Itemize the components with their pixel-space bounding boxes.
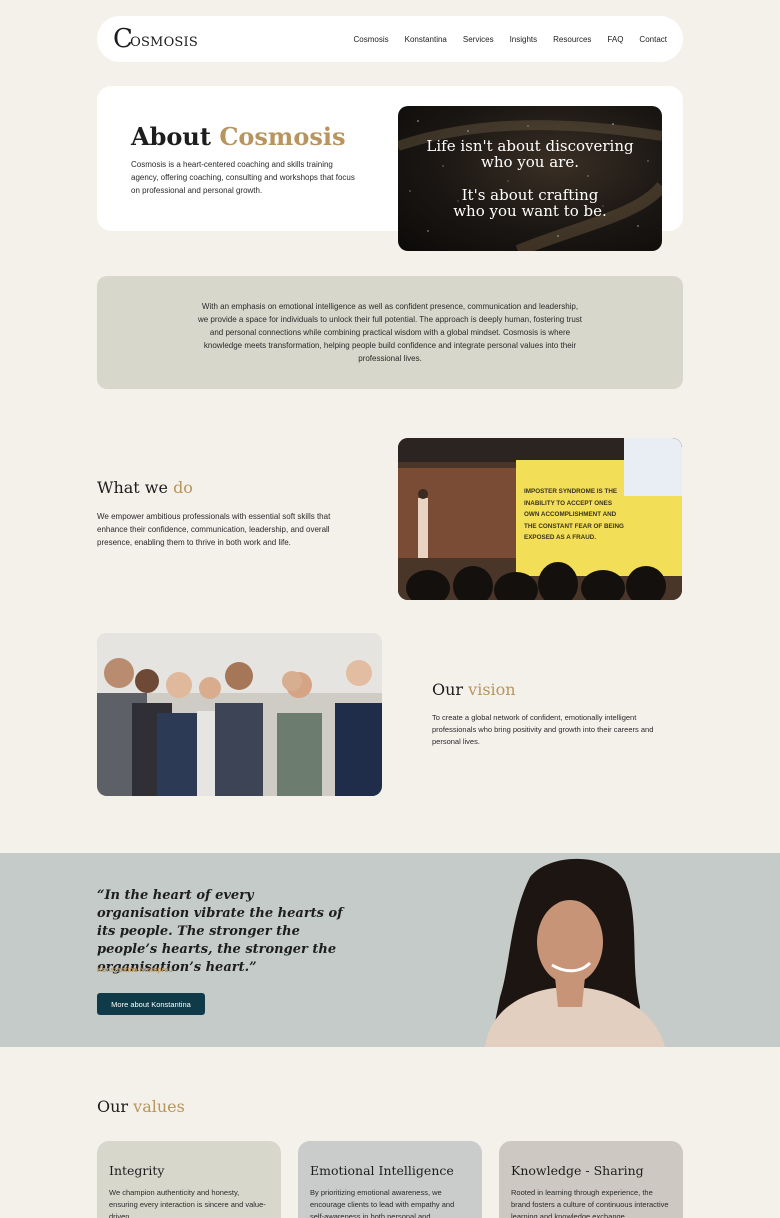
about-title: About Cosmosis (131, 122, 345, 151)
value-card-title: Emotional Intelligence (310, 1163, 454, 1178)
vision-text: To create a global network of confident,… (432, 713, 654, 746)
about-text: Cosmosis is a heart-centered coaching an… (131, 160, 355, 195)
founder-portrait (485, 858, 665, 1047)
whatwedo-title-accent: do (173, 478, 193, 497)
slide-line: THE CONSTANT FEAR OF BEING (524, 522, 624, 530)
quote-line-1: Life isn't about discovering (426, 137, 634, 155)
quote-author: Konstantina Ntomprou (97, 967, 173, 974)
value-card-knowledge-sharing: Knowledge - Sharing Rooted in learning t… (499, 1141, 683, 1218)
nav-item-contact[interactable]: Contact (639, 35, 667, 44)
nav-item-resources[interactable]: Resources (553, 35, 591, 44)
value-card-integrity: Integrity We champion authenticity and h… (97, 1141, 281, 1218)
vision-title: Our vision (432, 680, 516, 699)
whatwedo-title-part: What we (97, 478, 174, 497)
about-title-part: About (131, 122, 220, 151)
quote-line-4: who you want to be. (453, 202, 607, 220)
nav-item-faq[interactable]: FAQ (607, 35, 623, 44)
team-illustration (97, 633, 382, 796)
value-card-title: Knowledge - Sharing (511, 1163, 644, 1178)
founder-quote-band: “In the heart of every organisation vibr… (0, 853, 780, 1047)
vision-title-accent: vision (468, 680, 516, 699)
slide-line: INABILITY TO ACCEPT ONES (524, 499, 613, 507)
slide-text: IMPOSTER SYNDROME IS THE INABILITY TO AC… (524, 486, 664, 544)
whatwedo-text: We empower ambitious professionals with … (97, 512, 331, 547)
nav-item-insights[interactable]: Insights (510, 35, 538, 44)
values-title: Our values (97, 1097, 185, 1116)
emphasis-panel: With an emphasis on emotional intelligen… (97, 276, 683, 389)
whatwedo-title: What we do (97, 478, 193, 497)
team-photo (97, 633, 382, 796)
about-title-accent: Cosmosis (219, 122, 346, 151)
logo-text: OSMOSIS (130, 34, 198, 50)
starfield-background (398, 120, 662, 251)
nav-item-konstantina[interactable]: Konstantina (405, 35, 447, 44)
quote-line-2: who you are. (481, 153, 579, 171)
top-navigation: C OSMOSIS Cosmosis Konstantina Services … (97, 16, 683, 62)
founder-quote: “In the heart of every organisation vibr… (97, 888, 343, 975)
more-about-konstantina-button[interactable]: More about Konstantina (97, 993, 205, 1015)
value-card-text: By prioritizing emotional awareness, we … (310, 1188, 455, 1218)
emphasis-text: With an emphasis on emotional intelligen… (197, 302, 583, 363)
values-title-accent: values (133, 1097, 185, 1116)
brand-logo[interactable]: C OSMOSIS (113, 26, 198, 52)
vision-title-part: Our (432, 680, 469, 699)
slide-line: IMPOSTER SYNDROME IS THE (524, 488, 618, 495)
slide-line: EXPOSED AS A FRAUD. (524, 534, 597, 541)
quote-line-3: It's about crafting (461, 186, 599, 204)
workshop-photo: IMPOSTER SYNDROME IS THE INABILITY TO AC… (398, 438, 682, 600)
value-card-title: Integrity (109, 1163, 165, 1178)
values-title-part: Our (97, 1097, 134, 1116)
value-card-text: Rooted in learning through experience, t… (511, 1188, 669, 1218)
quote-image: Life isn't about discovering who you are… (398, 106, 662, 251)
value-card-text: We champion authenticity and honesty, en… (109, 1188, 266, 1218)
nav-links: Cosmosis Konstantina Services Insights R… (354, 35, 668, 44)
nav-item-cosmosis[interactable]: Cosmosis (354, 35, 389, 44)
slide-line: OWN ACCOMPLISHMENT AND (524, 511, 617, 518)
nav-item-services[interactable]: Services (463, 35, 494, 44)
value-card-emotional-intelligence: Emotional Intelligence By prioritizing e… (298, 1141, 482, 1218)
